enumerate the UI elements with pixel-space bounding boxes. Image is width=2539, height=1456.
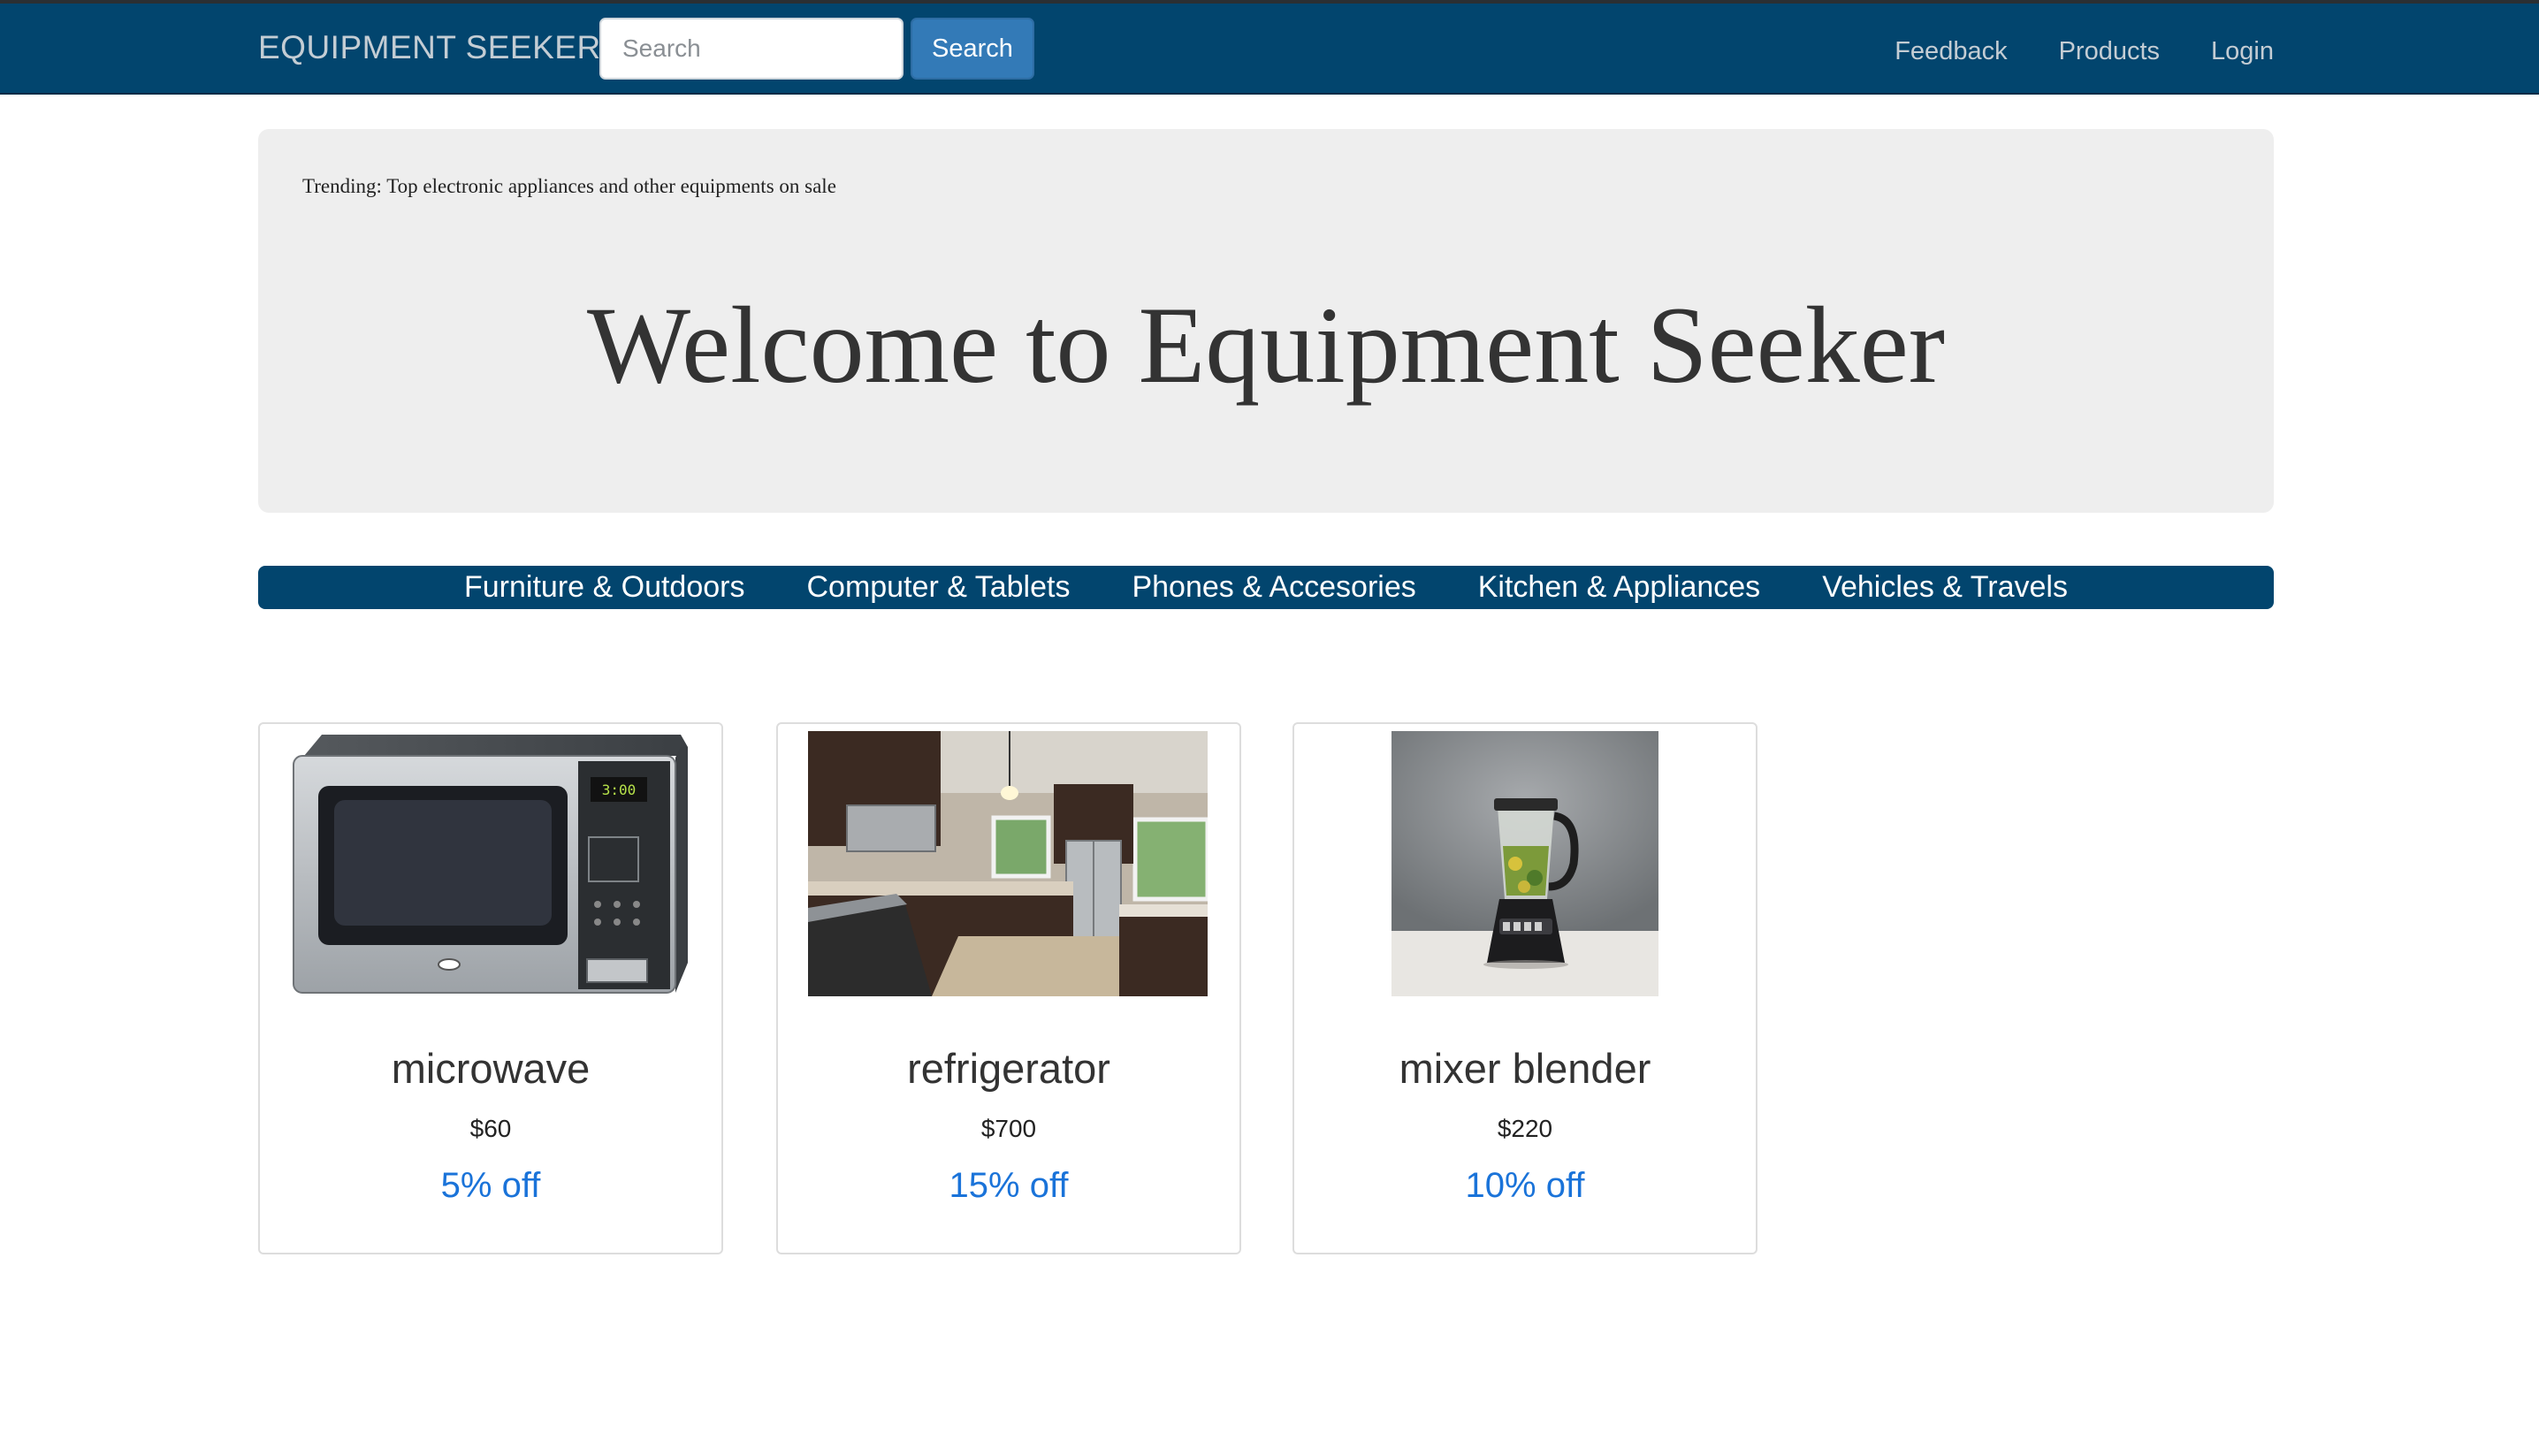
microwave-display-text: 3:00 <box>602 781 637 798</box>
page-title: Welcome to Equipment Seeker <box>586 285 1946 406</box>
category-computer-tablets[interactable]: Computer & Tablets <box>806 566 1070 609</box>
top-navbar: EQUIPMENT SEEKER Search Feedback Product… <box>0 0 2539 95</box>
nav-link-products[interactable]: Products <box>2059 34 2160 69</box>
product-discount: 10% off <box>1465 1166 1585 1205</box>
product-discount: 15% off <box>949 1166 1069 1205</box>
product-price: $700 <box>980 1115 1037 1142</box>
category-furniture-outdoors[interactable]: Furniture & Outdoors <box>464 566 744 609</box>
brand-logo[interactable]: EQUIPMENT SEEKER <box>258 28 601 67</box>
product-card-microwave[interactable]: 3:00 microwave $60 5% off <box>258 722 723 1254</box>
nav-link-feedback[interactable]: Feedback <box>1895 34 2007 69</box>
product-price: $220 <box>1497 1115 1553 1142</box>
product-name[interactable]: microwave <box>260 1044 721 1093</box>
microwave-image[interactable]: 3:00 <box>292 731 691 996</box>
refrigerator-image[interactable] <box>808 731 1208 996</box>
trending-text: Trending: Top electronic appliances and … <box>302 175 836 197</box>
category-vehicles-travels[interactable]: Vehicles & Travels <box>1822 566 2068 609</box>
category-kitchen-appliances[interactable]: Kitchen & Appliances <box>1478 566 1760 609</box>
category-phones-accessories[interactable]: Phones & Accesories <box>1132 566 1415 609</box>
product-card-refrigerator[interactable]: refrigerator $700 15% off <box>776 722 1241 1254</box>
search-input[interactable] <box>599 18 904 80</box>
product-discount: 5% off <box>440 1166 541 1205</box>
product-name[interactable]: refrigerator <box>778 1044 1239 1093</box>
product-card-mixer-blender[interactable]: mixer blender $220 10% off <box>1292 722 1757 1254</box>
hero-banner: Trending: Top electronic appliances and … <box>258 129 2274 513</box>
nav-link-login[interactable]: Login <box>2211 34 2274 69</box>
search-button[interactable]: Search <box>911 18 1034 80</box>
nav-links: Feedback Products Login <box>1895 34 2274 69</box>
category-bar: Furniture & Outdoors Computer & Tablets … <box>258 566 2274 609</box>
blender-image[interactable] <box>1391 731 1658 996</box>
product-name[interactable]: mixer blender <box>1294 1044 1756 1093</box>
product-price: $60 <box>469 1115 512 1142</box>
